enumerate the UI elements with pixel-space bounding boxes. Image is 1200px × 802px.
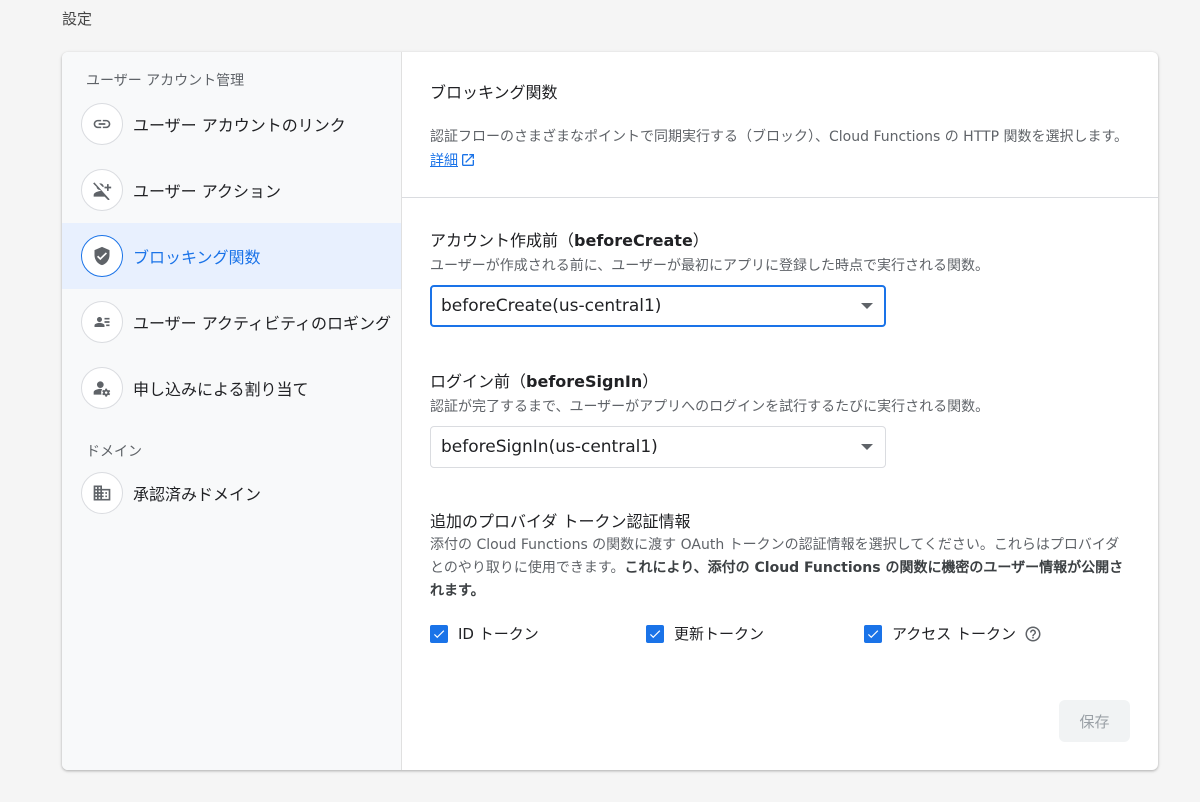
shield-check-icon	[81, 235, 123, 277]
person-gear-icon	[81, 367, 123, 409]
person-off-icon	[81, 169, 123, 211]
checkbox-checked-icon	[430, 624, 448, 643]
checkbox-label: 更新トークン	[674, 625, 765, 643]
refresh-token-checkbox[interactable]: 更新トークン	[646, 623, 764, 644]
token-credentials-section: 追加のプロバイダ トークン認証情報 添付の Cloud Functions の関…	[430, 508, 1130, 603]
sidebar-item-label: 申し込みによる割り当て	[133, 380, 309, 399]
panel-title: ブロッキング関数	[430, 83, 558, 102]
before-create-title: アカウント作成前（beforeCreate）	[430, 231, 709, 250]
before-signin-selected-value: beforeSignIn(us-central1)	[441, 437, 658, 457]
token-credentials-title: 追加のプロバイダ トークン認証情報	[430, 512, 691, 531]
sidebar-item-activity-logging[interactable]: ユーザー アクティビティのロギング	[62, 289, 401, 355]
access-token-checkbox[interactable]: アクセス トークン	[864, 623, 1042, 644]
before-create-select[interactable]: beforeCreate(us-central1)	[430, 285, 886, 327]
before-signin-description: 認証が完了するまで、ユーザーがアプリへのログインを試行するたびに実行される関数。	[430, 399, 990, 415]
checkbox-checked-icon	[864, 624, 882, 643]
sidebar-item-blocking-functions[interactable]: ブロッキング関数	[62, 223, 401, 289]
learn-more-link[interactable]: 詳細	[430, 153, 476, 169]
blocking-functions-panel: ブロッキング関数 認証フローのさまざまなポイントで同期実行する（ブロック）、Cl…	[402, 52, 1158, 770]
sidebar-item-enrollment-assignment[interactable]: 申し込みによる割り当て	[62, 355, 401, 421]
sidebar-section-heading: ユーザー アカウント管理	[86, 73, 245, 89]
before-signin-field: ログイン前（beforeSignIn） 認証が完了するまで、ユーザーがアプリへの…	[430, 368, 989, 468]
settings-card: ユーザー アカウント管理 ユーザー アカウントのリンク ユーザー アクション ブ…	[62, 52, 1158, 770]
sidebar-item-label: ブロッキング関数	[133, 248, 261, 267]
sidebar-item-user-actions[interactable]: ユーザー アクション	[62, 157, 401, 223]
page-title: 設定	[62, 10, 93, 28]
dropdown-arrow-icon	[861, 303, 873, 309]
help-icon[interactable]	[1024, 625, 1042, 643]
before-create-selected-value: beforeCreate(us-central1)	[441, 296, 662, 316]
sidebar-item-label: ユーザー アクティビティのロギング	[133, 314, 392, 333]
open-in-new-icon	[460, 152, 476, 176]
sidebar-item-label: 承認済みドメイン	[133, 485, 262, 504]
checkbox-checked-icon	[646, 624, 664, 643]
sidebar-item-label: ユーザー アクション	[133, 182, 281, 201]
link-icon	[81, 103, 123, 145]
checkbox-label: アクセス トークン	[892, 625, 1017, 643]
id-token-checkbox[interactable]: ID トークン	[430, 623, 539, 644]
before-create-field: アカウント作成前（beforeCreate） ユーザーが作成される前に、ユーザー…	[430, 227, 989, 327]
token-credentials-description: 添付の Cloud Functions の関数に渡す OAuth トークンの認証…	[430, 537, 1124, 599]
panel-header: ブロッキング関数 認証フローのさまざまなポイントで同期実行する（ブロック）、Cl…	[402, 52, 1158, 198]
dropdown-arrow-icon	[861, 444, 873, 450]
panel-description: 認証フローのさまざまなポイントで同期実行する（ブロック）、Cloud Funct…	[430, 125, 1130, 176]
before-signin-select[interactable]: beforeSignIn(us-central1)	[430, 426, 886, 468]
token-checkboxes: ID トークン 更新トークン アクセス トークン	[430, 623, 1070, 645]
contact-card-icon	[81, 301, 123, 343]
before-create-description: ユーザーが作成される前に、ユーザーが最初にアプリに登録した時点で実行される関数。	[430, 258, 990, 274]
sidebar: ユーザー アカウント管理 ユーザー アカウントのリンク ユーザー アクション ブ…	[62, 52, 402, 770]
checkbox-label: ID トークン	[458, 625, 539, 643]
building-icon	[81, 472, 123, 514]
save-button[interactable]: 保存	[1059, 700, 1130, 742]
before-signin-title: ログイン前（beforeSignIn）	[430, 372, 659, 391]
sidebar-item-account-linking[interactable]: ユーザー アカウントのリンク	[62, 91, 401, 157]
sidebar-item-authorized-domains[interactable]: 承認済みドメイン	[62, 460, 401, 526]
sidebar-item-label: ユーザー アカウントのリンク	[133, 116, 346, 135]
sidebar-section-heading: ドメイン	[86, 444, 142, 460]
